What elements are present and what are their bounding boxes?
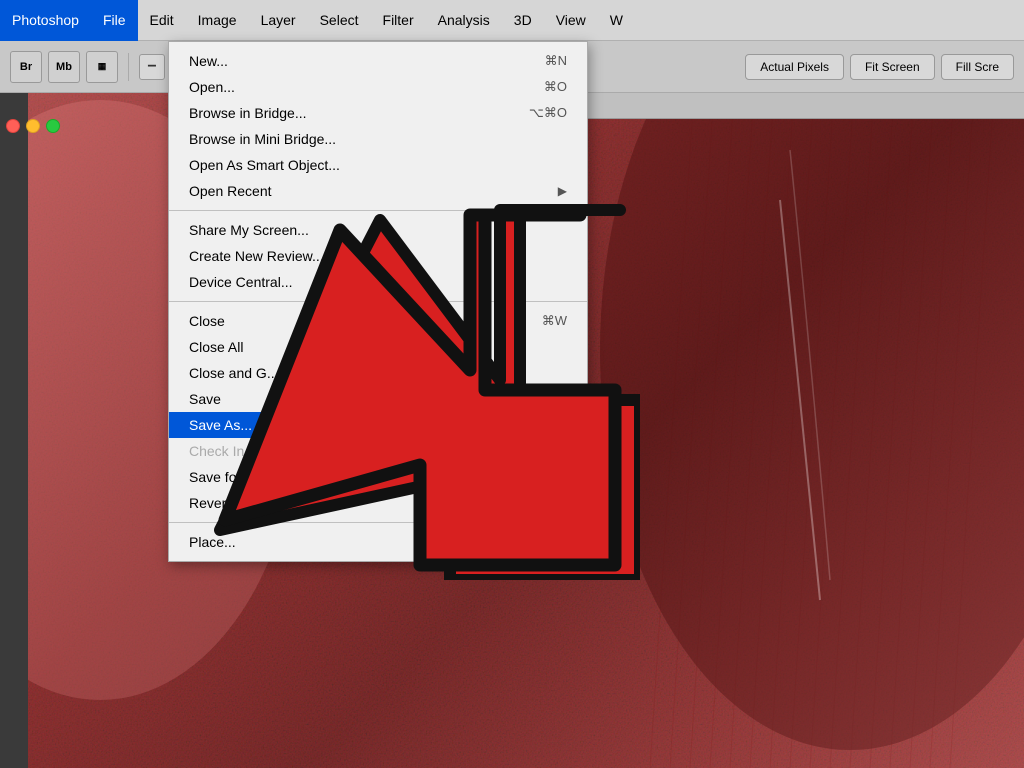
menu-divider-1	[169, 210, 587, 211]
window-controls	[6, 119, 60, 133]
minimize-window-button[interactable]	[26, 119, 40, 133]
toolbar-separator-1	[128, 53, 129, 81]
menu-item-close-and[interactable]: Close and G...	[169, 360, 587, 386]
menu-item-revert[interactable]: Revert F12	[169, 490, 587, 516]
menu-item-open[interactable]: Open... ⌘O	[169, 74, 587, 100]
zoom-out-button[interactable]: −	[139, 54, 165, 80]
menu-item-share-screen[interactable]: Share My Screen...	[169, 217, 587, 243]
menu-view[interactable]: View	[544, 0, 598, 41]
menu-image[interactable]: Image	[186, 0, 249, 41]
menu-item-open-recent[interactable]: Open Recent ▶	[169, 178, 587, 204]
menu-divider-2	[169, 301, 587, 302]
menu-item-open-smart[interactable]: Open As Smart Object...	[169, 152, 587, 178]
menu-item-browse-bridge[interactable]: Browse in Bridge... ⌥⌘O	[169, 100, 587, 126]
menu-item-create-review[interactable]: Create New Review...	[169, 243, 587, 269]
menu-divider-3	[169, 522, 587, 523]
menu-item-browse-minibridge[interactable]: Browse in Mini Bridge...	[169, 126, 587, 152]
menu-photoshop[interactable]: Photoshop	[0, 0, 91, 41]
menu-section-save: Close ⌘W Close All Close and G... Save ⌘…	[169, 306, 587, 518]
close-window-button[interactable]	[6, 119, 20, 133]
actual-pixels-button[interactable]: Actual Pixels	[745, 54, 844, 80]
extra-icon-button[interactable]: ▦	[86, 51, 118, 83]
menu-item-device-central[interactable]: Device Central...	[169, 269, 587, 295]
menu-item-save[interactable]: Save ⌘S	[169, 386, 587, 412]
fill-screen-button[interactable]: Fill Scre	[941, 54, 1014, 80]
menu-layer[interactable]: Layer	[249, 0, 308, 41]
menu-file[interactable]: File	[91, 0, 138, 41]
left-tool-panel	[0, 41, 28, 768]
menu-item-check-in: Check In...	[169, 438, 587, 464]
menu-item-close[interactable]: Close ⌘W	[169, 308, 587, 334]
menu-filter[interactable]: Filter	[371, 0, 426, 41]
menubar: Photoshop File Edit Image Layer Select F…	[0, 0, 1024, 41]
maximize-window-button[interactable]	[46, 119, 60, 133]
menu-section-share: Share My Screen... Create New Review... …	[169, 215, 587, 297]
file-dropdown-menu: New... ⌘N Open... ⌘O Browse in Bridge...…	[168, 41, 588, 562]
menu-item-save-as[interactable]: Save As... ⇧⌘S	[169, 412, 587, 438]
bridge-button[interactable]: Br	[10, 51, 42, 83]
menu-section-open: New... ⌘N Open... ⌘O Browse in Bridge...…	[169, 46, 587, 206]
menu-item-new[interactable]: New... ⌘N	[169, 48, 587, 74]
mini-bridge-button[interactable]: Mb	[48, 51, 80, 83]
menu-select[interactable]: Select	[308, 0, 371, 41]
menu-item-place[interactable]: Place...	[169, 529, 587, 555]
menu-analysis[interactable]: Analysis	[426, 0, 502, 41]
menu-section-place: Place...	[169, 527, 587, 557]
menu-3d[interactable]: 3D	[502, 0, 544, 41]
fit-screen-button[interactable]: Fit Screen	[850, 54, 935, 80]
menu-item-save-web[interactable]: Save for Web & Devices... ⌥⇧⌘S	[169, 464, 587, 490]
app-frame: Photoshop File Edit Image Layer Select F…	[0, 0, 1024, 768]
menu-window[interactable]: W	[598, 0, 635, 41]
menu-edit[interactable]: Edit	[138, 0, 186, 41]
menu-item-close-all[interactable]: Close All	[169, 334, 587, 360]
